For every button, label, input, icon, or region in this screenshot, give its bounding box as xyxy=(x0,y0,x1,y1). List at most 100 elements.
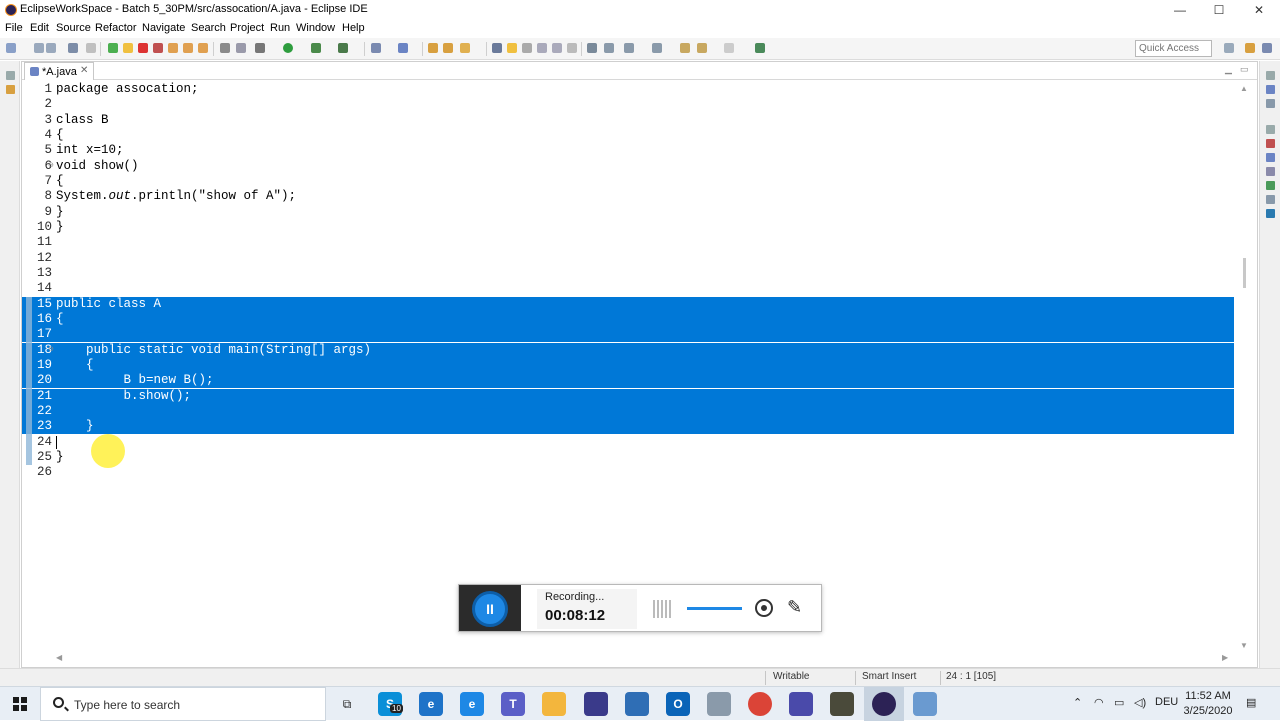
javadoc-icon[interactable] xyxy=(1266,153,1275,162)
menu-file[interactable]: File xyxy=(5,22,23,34)
progress-icon[interactable] xyxy=(1266,209,1275,218)
mark-occurrences-icon[interactable] xyxy=(507,43,517,53)
word-wrap-icon[interactable] xyxy=(537,43,547,53)
terminate-icon[interactable] xyxy=(138,43,148,53)
menu-window[interactable]: Window xyxy=(296,22,335,34)
volume-icon[interactable]: ◁) xyxy=(1134,696,1146,709)
declaration-icon[interactable] xyxy=(1266,167,1275,176)
fold-icon[interactable]: ⊖ xyxy=(48,343,54,358)
package-explorer-icon[interactable] xyxy=(6,85,15,94)
outlook-icon[interactable]: O xyxy=(666,692,690,716)
close-button[interactable]: ✕ xyxy=(1239,0,1279,20)
scroll-left-icon[interactable]: ◀ xyxy=(56,653,62,662)
quick-access-input[interactable] xyxy=(1135,40,1212,57)
task-list-icon[interactable] xyxy=(1266,99,1275,108)
recorder-taskbar-icon[interactable] xyxy=(913,692,937,716)
ie-icon[interactable]: e xyxy=(460,692,484,716)
minimize-button[interactable]: — xyxy=(1160,0,1200,20)
annotation-icon[interactable] xyxy=(587,43,597,53)
skip-breakpoints-icon[interactable] xyxy=(86,43,96,53)
menu-refactor[interactable]: Refactor xyxy=(95,22,137,34)
block-selection-icon[interactable] xyxy=(522,43,532,53)
new-java-project-icon[interactable] xyxy=(371,43,381,53)
debug-icon[interactable] xyxy=(255,43,265,53)
battery-icon[interactable]: ▭ xyxy=(1114,696,1124,709)
storage-app-icon[interactable] xyxy=(707,692,731,716)
network-app-icon[interactable] xyxy=(625,692,649,716)
teams-icon[interactable]: T xyxy=(501,692,525,716)
coverage-icon[interactable] xyxy=(311,43,321,53)
prev-annotation-icon[interactable] xyxy=(624,43,634,53)
menu-search[interactable]: Search xyxy=(191,22,226,34)
menu-source[interactable]: Source xyxy=(56,22,91,34)
debug-perspective-icon[interactable] xyxy=(1262,43,1272,53)
terminal-icon[interactable] xyxy=(68,43,78,53)
console-icon[interactable] xyxy=(1266,181,1275,190)
minimize-editor-icon[interactable]: ▁ xyxy=(1225,64,1232,75)
resume-icon[interactable] xyxy=(108,43,118,53)
clock[interactable]: 11:52 AM 3/25/2020 xyxy=(1180,689,1236,719)
search-toolbar-icon[interactable] xyxy=(460,43,470,53)
back-dropdown-icon[interactable] xyxy=(697,43,707,53)
search-view-icon[interactable] xyxy=(1266,195,1275,204)
disconnect-icon[interactable] xyxy=(153,43,163,53)
next-annotation-icon[interactable] xyxy=(604,43,614,53)
menu-edit[interactable]: Edit xyxy=(30,22,49,34)
network-icon[interactable]: ◠ xyxy=(1094,696,1104,709)
close-tab-icon[interactable]: ✕ xyxy=(80,65,88,76)
taskbar-search[interactable]: Type here to search xyxy=(40,687,326,721)
eclipse-taskbar-icon[interactable] xyxy=(872,692,896,716)
step-over-icon[interactable] xyxy=(183,43,193,53)
chrome-icon[interactable] xyxy=(748,692,772,716)
run-icon[interactable] xyxy=(283,43,293,53)
notifications-icon[interactable]: ▤ xyxy=(1246,696,1256,709)
menu-run[interactable]: Run xyxy=(270,22,290,34)
fold-icon[interactable]: ⊖ xyxy=(48,159,54,174)
external-tools-icon[interactable] xyxy=(338,43,348,53)
problems-icon[interactable] xyxy=(1266,139,1275,148)
new-java-class-icon[interactable] xyxy=(398,43,408,53)
restore-icon[interactable] xyxy=(6,71,15,80)
code-text-area[interactable]: 1 package assocation; 2 3 class B 4{ 5 int … xyxy=(22,82,1257,652)
pilcrow-icon[interactable] xyxy=(567,43,577,53)
menu-help[interactable]: Help xyxy=(342,22,365,34)
horizontal-scrollbar[interactable]: ◀ ▶ xyxy=(22,652,1234,667)
excel-style-app-icon[interactable] xyxy=(789,692,813,716)
webcam-icon[interactable] xyxy=(755,599,773,617)
vertical-scrollbar[interactable]: ▲ ▼ xyxy=(1234,82,1256,652)
volume-slider[interactable] xyxy=(687,607,742,610)
back-icon[interactable] xyxy=(680,43,690,53)
step-return-icon[interactable] xyxy=(198,43,208,53)
scroll-right-icon[interactable]: ▶ xyxy=(1222,653,1228,662)
file-explorer-icon[interactable] xyxy=(542,692,566,716)
restore-icon[interactable] xyxy=(1266,125,1275,134)
open-type-icon[interactable] xyxy=(428,43,438,53)
suspend-icon[interactable] xyxy=(123,43,133,53)
pin-editor-icon[interactable] xyxy=(755,43,765,53)
language-indicator[interactable]: DEU xyxy=(1155,696,1178,708)
scroll-down-icon[interactable]: ▼ xyxy=(1240,641,1248,650)
tab-a-java[interactable]: *A.java ✕ xyxy=(24,62,94,80)
show-hidden-icons-icon[interactable]: ⌃ xyxy=(1073,696,1082,709)
show-whitespace-icon[interactable] xyxy=(552,43,562,53)
scroll-thumb[interactable] xyxy=(1243,258,1246,288)
outline-icon[interactable] xyxy=(1266,85,1275,94)
menu-navigate[interactable]: Navigate xyxy=(142,22,185,34)
task-view-icon[interactable]: ⧉ xyxy=(335,692,359,716)
toggle-breadcrumb-icon[interactable] xyxy=(492,43,502,53)
pause-recording-button[interactable]: II xyxy=(472,591,508,627)
cmd-app-icon[interactable] xyxy=(830,692,854,716)
start-button[interactable] xyxy=(0,687,40,721)
remote-desktop-icon[interactable] xyxy=(584,692,608,716)
open-task-icon[interactable] xyxy=(443,43,453,53)
step-into-icon[interactable] xyxy=(168,43,178,53)
drop-to-frame-icon[interactable] xyxy=(220,43,230,53)
restore-icon[interactable] xyxy=(1266,71,1275,80)
edge-icon[interactable]: e xyxy=(419,692,443,716)
use-step-filters-icon[interactable] xyxy=(236,43,246,53)
save-icon[interactable] xyxy=(34,43,44,53)
maximize-button[interactable]: ☐ xyxy=(1199,0,1239,20)
scroll-up-icon[interactable]: ▲ xyxy=(1240,84,1248,93)
last-edit-icon[interactable] xyxy=(652,43,662,53)
new-icon[interactable] xyxy=(6,43,16,53)
